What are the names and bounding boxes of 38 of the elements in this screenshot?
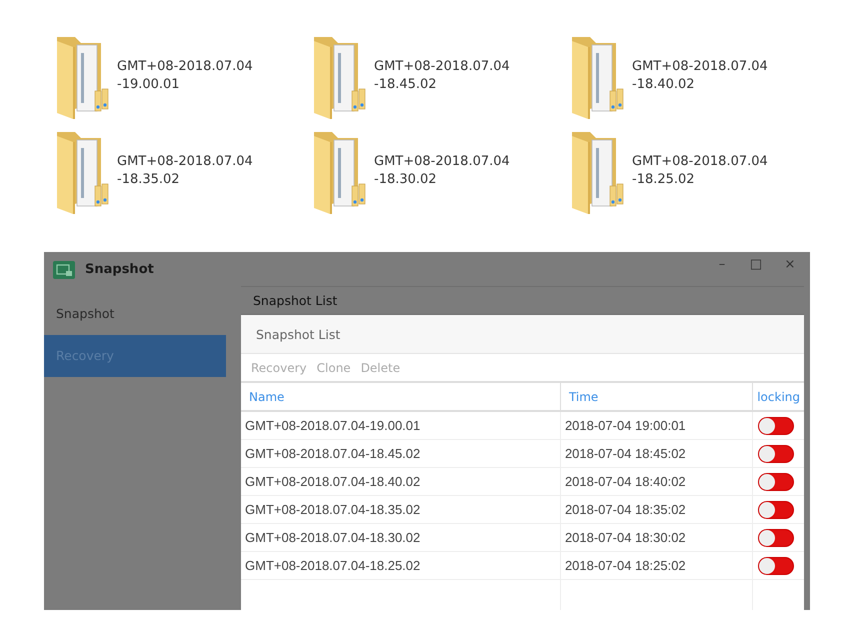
folder-name: GMT+08-2018.07.04 -18.35.02	[117, 153, 253, 189]
window-control[interactable]: □	[740, 254, 772, 274]
content-tab[interactable]: Snapshot List	[253, 293, 338, 308]
lock-toggle[interactable]	[758, 472, 794, 490]
table-cell: 2018-07-04 18:25:02	[560, 552, 753, 580]
window-control[interactable]: ×	[774, 254, 806, 274]
lock-toggle[interactable]	[758, 444, 794, 462]
toolbar-button[interactable]: Recovery	[247, 360, 311, 374]
lock-toggle[interactable]	[758, 528, 794, 546]
table-cell: 2018-07-04 18:40:02	[560, 468, 753, 496]
lock-toggle[interactable]	[758, 416, 794, 434]
folder-name: GMT+08-2018.07.04 -19.00.01	[117, 58, 253, 94]
column-header[interactable]: Time	[560, 383, 753, 411]
table-cell: 2018-07-04 18:30:02	[560, 524, 753, 552]
column-header[interactable]: locking	[752, 383, 804, 411]
lock-toggle[interactable]	[758, 500, 794, 518]
toolbar-button[interactable]: Delete	[356, 360, 404, 374]
table-cell: 2018-07-04 18:45:02	[560, 440, 753, 468]
folder-name: GMT+08-2018.07.04 -18.40.02	[632, 58, 768, 94]
window-title: Snapshot	[85, 262, 154, 277]
table-cell: GMT+08-2018.07.04-18.30.02	[241, 524, 560, 552]
table-cell: GMT+08-2018.07.04-18.25.02	[241, 552, 560, 580]
window-control[interactable]: –	[706, 254, 738, 274]
table-cell: GMT+08-2018.07.04-19.00.01	[241, 411, 560, 440]
column-header[interactable]: Name	[241, 383, 560, 411]
folder-name: GMT+08-2018.07.04 -18.45.02	[374, 58, 510, 94]
table-cell: 2018-07-04 19:00:01	[560, 411, 753, 440]
folder-name: GMT+08-2018.07.04 -18.30.02	[374, 153, 510, 189]
table-cell: GMT+08-2018.07.04-18.40.02	[241, 468, 560, 496]
lock-toggle[interactable]	[758, 556, 794, 574]
sidebar-item[interactable]: Snapshot	[44, 293, 226, 335]
table-cell: 2018-07-04 18:35:02	[560, 496, 753, 524]
panel-title: Snapshot List	[256, 326, 340, 342]
toolbar-button[interactable]: Clone	[312, 360, 355, 374]
folder-name: GMT+08-2018.07.04 -18.25.02	[632, 153, 768, 189]
table-cell: GMT+08-2018.07.04-18.45.02	[241, 440, 560, 468]
table-cell: GMT+08-2018.07.04-18.35.02	[241, 496, 560, 524]
app-icon	[53, 260, 75, 278]
